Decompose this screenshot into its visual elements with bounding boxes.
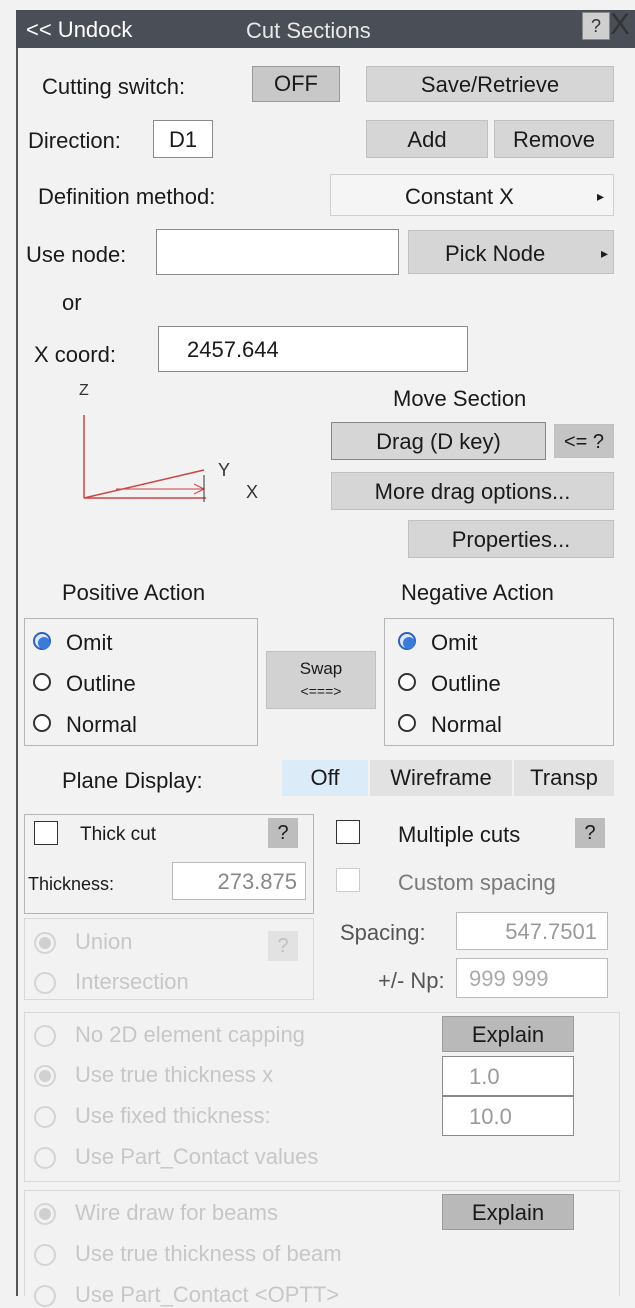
definition-method-value: Constant X bbox=[405, 184, 514, 209]
beam-part-contact-radio[interactable] bbox=[34, 1285, 56, 1307]
custom-spacing-checkbox[interactable] bbox=[336, 868, 360, 892]
cutting-switch-label: Cutting switch: bbox=[42, 74, 186, 99]
beams-explain-button[interactable]: Explain bbox=[442, 1194, 574, 1230]
x-coord-label: X coord: bbox=[34, 342, 116, 367]
np-input[interactable]: 999 999 bbox=[456, 958, 608, 998]
fixed-thickness-label: Use fixed thickness: bbox=[75, 1103, 271, 1128]
plane-wireframe-option[interactable]: Wireframe bbox=[370, 760, 512, 796]
plane-off-option[interactable]: Off bbox=[282, 760, 368, 796]
add-button[interactable]: Add bbox=[366, 120, 488, 158]
beam-part-contact-label: Use Part_Contact <OPTT> bbox=[75, 1282, 340, 1307]
direction-field[interactable]: D1 bbox=[153, 120, 213, 158]
close-icon[interactable]: X bbox=[610, 8, 630, 42]
title-bar: << Undock Cut Sections ? X bbox=[16, 8, 635, 48]
intersection-label: Intersection bbox=[75, 969, 189, 994]
part-contact-label: Use Part_Contact values bbox=[75, 1144, 319, 1169]
positive-action-group bbox=[24, 618, 258, 746]
thick-cut-checkbox[interactable] bbox=[34, 821, 58, 845]
chevron-right-icon: ▸ bbox=[601, 245, 609, 261]
negative-outline-radio[interactable] bbox=[398, 673, 416, 691]
undock-button[interactable]: << Undock bbox=[26, 17, 132, 43]
definition-method-select[interactable]: Constant X ▸ bbox=[330, 174, 614, 216]
scale-factor-input[interactable]: 1.0 bbox=[442, 1056, 574, 1096]
swap-label: Swap bbox=[299, 659, 343, 678]
use-node-label: Use node: bbox=[26, 242, 127, 267]
positive-action-title: Positive Action bbox=[62, 580, 206, 605]
properties-button[interactable]: Properties... bbox=[408, 520, 614, 558]
positive-outline-radio[interactable] bbox=[33, 673, 51, 691]
plane-display-label: Plane Display: bbox=[62, 768, 203, 793]
boolean-help-button[interactable]: ? bbox=[268, 931, 298, 961]
y-axis-line bbox=[83, 469, 205, 499]
negative-omit-label: Omit bbox=[431, 630, 478, 655]
wire-draw-radio[interactable] bbox=[34, 1203, 56, 1225]
true-thickness-radio[interactable] bbox=[34, 1065, 56, 1087]
thickness-label: Thickness: bbox=[28, 874, 115, 894]
swap-button[interactable]: Swap <===> bbox=[266, 651, 376, 709]
capping-explain-button[interactable]: Explain bbox=[442, 1016, 574, 1052]
cutting-switch-toggle[interactable]: OFF bbox=[252, 66, 340, 102]
beam-thickness-label: Use true thickness of beam bbox=[75, 1241, 342, 1266]
plane-transp-option[interactable]: Transp bbox=[514, 760, 614, 796]
multiple-cuts-checkbox[interactable] bbox=[336, 820, 360, 844]
positive-normal-label: Normal bbox=[66, 712, 137, 737]
wire-draw-label: Wire draw for beams bbox=[75, 1200, 278, 1225]
fixed-thickness-input[interactable]: 10.0 bbox=[442, 1096, 574, 1136]
beam-thickness-radio[interactable] bbox=[34, 1244, 56, 1266]
custom-spacing-label: Custom spacing bbox=[398, 870, 556, 895]
spacing-input[interactable]: 547.7501 bbox=[456, 912, 608, 950]
drag-help-button[interactable]: <= ? bbox=[554, 424, 614, 458]
negative-normal-radio[interactable] bbox=[398, 714, 416, 732]
window-title: Cut Sections bbox=[246, 18, 371, 43]
remove-button[interactable]: Remove bbox=[494, 120, 614, 158]
z-axis-label: Z bbox=[79, 382, 89, 399]
boolean-group: Union Intersection ? bbox=[24, 918, 314, 1000]
positive-outline-label: Outline bbox=[66, 671, 136, 696]
direction-label: Direction: bbox=[28, 128, 121, 153]
pick-node-button[interactable]: Pick Node ▸ bbox=[408, 230, 614, 274]
axis-diagram bbox=[83, 415, 206, 502]
negative-normal-label: Normal bbox=[431, 712, 502, 737]
negative-action-title: Negative Action bbox=[401, 580, 554, 605]
x-axis-label: X bbox=[246, 482, 259, 502]
chevron-right-icon: ▸ bbox=[597, 188, 605, 204]
help-icon[interactable]: ? bbox=[582, 12, 610, 40]
move-section-title: Move Section bbox=[393, 386, 527, 411]
or-label: or bbox=[62, 290, 82, 315]
no-capping-label: No 2D element capping bbox=[75, 1022, 305, 1047]
swap-arrow: <===> bbox=[300, 683, 342, 699]
positive-omit-radio[interactable] bbox=[33, 632, 51, 650]
save-retrieve-button[interactable]: Save/Retrieve bbox=[366, 66, 614, 102]
y-axis-label: Y bbox=[218, 460, 231, 480]
definition-method-label: Definition method: bbox=[38, 184, 216, 209]
more-drag-options-button[interactable]: More drag options... bbox=[331, 472, 614, 510]
multiple-cuts-label: Multiple cuts bbox=[398, 822, 521, 847]
no-capping-radio[interactable] bbox=[34, 1025, 56, 1047]
pick-node-label: Pick Node bbox=[445, 241, 546, 266]
drag-button[interactable]: Drag (D key) bbox=[331, 422, 546, 460]
negative-outline-label: Outline bbox=[431, 671, 501, 696]
positive-normal-radio[interactable] bbox=[33, 714, 51, 732]
np-label: +/- Np: bbox=[378, 968, 445, 993]
x-coord-input[interactable]: 2457.644 bbox=[158, 326, 468, 372]
union-radio[interactable] bbox=[34, 932, 56, 954]
positive-omit-label: Omit bbox=[66, 630, 113, 655]
multiple-cuts-help-button[interactable]: ? bbox=[575, 818, 605, 848]
thickness-input[interactable]: 273.875 bbox=[172, 862, 306, 900]
thick-cut-help-button[interactable]: ? bbox=[268, 818, 298, 848]
intersection-radio[interactable] bbox=[34, 972, 56, 994]
fixed-thickness-radio[interactable] bbox=[34, 1106, 56, 1128]
true-thickness-label: Use true thickness x bbox=[75, 1062, 274, 1087]
use-node-input[interactable] bbox=[156, 229, 399, 275]
spacing-label: Spacing: bbox=[340, 920, 426, 945]
part-contact-radio[interactable] bbox=[34, 1147, 56, 1169]
thick-cut-label: Thick cut bbox=[80, 824, 157, 845]
union-label: Union bbox=[75, 929, 133, 954]
negative-omit-radio[interactable] bbox=[398, 632, 416, 650]
